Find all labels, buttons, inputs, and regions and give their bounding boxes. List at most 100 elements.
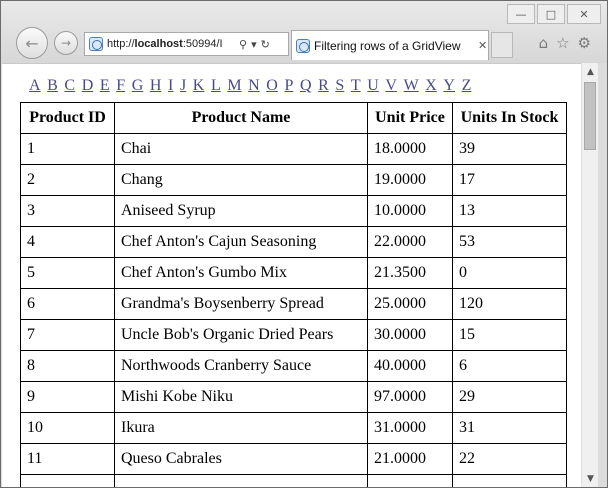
filter-letter-k[interactable]: K bbox=[193, 77, 205, 95]
url-text[interactable]: http://localhost:50994/I bbox=[107, 38, 235, 50]
table-row: 1 Chai 18.0000 39 bbox=[20, 133, 567, 165]
header-units-in-stock: Units In Stock bbox=[452, 102, 567, 134]
minimize-button[interactable]: — bbox=[507, 4, 535, 24]
cell-unit-price: 30.0000 bbox=[367, 319, 453, 351]
close-window-button[interactable]: ✕ bbox=[567, 4, 601, 24]
forward-arrow-icon: → bbox=[60, 36, 72, 50]
scroll-thumb[interactable] bbox=[584, 82, 596, 150]
cell-units-in-stock bbox=[452, 474, 567, 487]
alphabet-filter: ABCDEFGHIJKLMNOPQRSTUVWXYZ bbox=[29, 77, 478, 95]
close-tab-icon[interactable]: ✕ bbox=[478, 39, 487, 52]
filter-letter-e[interactable]: E bbox=[100, 77, 110, 95]
table-row: 6 Grandma's Boysenberry Spread 25.0000 120 bbox=[20, 288, 567, 320]
home-icon[interactable]: ⌂ bbox=[539, 34, 549, 52]
cell-units-in-stock: 22 bbox=[452, 443, 567, 475]
browser-window: — □ ✕ ← → http://localhost:50994/I ⚲ ▾ ↻… bbox=[0, 0, 608, 488]
table-row bbox=[20, 474, 567, 487]
filter-letter-t[interactable]: T bbox=[351, 77, 361, 95]
dropdown-arrow-icon[interactable]: ▾ bbox=[251, 38, 257, 51]
cell-unit-price: 19.0000 bbox=[367, 164, 453, 196]
filter-letter-n[interactable]: N bbox=[248, 77, 260, 95]
cell-units-in-stock: 29 bbox=[452, 381, 567, 413]
url-host: localhost bbox=[134, 38, 183, 50]
cell-product-name: Chai bbox=[114, 133, 368, 165]
maximize-button[interactable]: □ bbox=[537, 4, 565, 24]
cell-product-id: 9 bbox=[20, 381, 115, 413]
browser-tools: ⌂ ☆ ⚙ bbox=[539, 34, 591, 52]
table-row: 2 Chang 19.0000 17 bbox=[20, 164, 567, 196]
grid-header-row: Product ID Product Name Unit Price Units… bbox=[20, 102, 567, 134]
cell-units-in-stock: 39 bbox=[452, 133, 567, 165]
filter-letter-f[interactable]: F bbox=[116, 77, 125, 95]
star-icon[interactable]: ☆ bbox=[556, 34, 569, 52]
cell-product-name: Mishi Kobe Niku bbox=[114, 381, 368, 413]
filter-letter-g[interactable]: G bbox=[132, 77, 144, 95]
address-bar[interactable]: http://localhost:50994/I ⚲ ▾ ↻ bbox=[84, 32, 289, 56]
products-grid: Product ID Product Name Unit Price Units… bbox=[20, 102, 567, 487]
new-tab-button[interactable] bbox=[491, 32, 513, 58]
filter-letter-v[interactable]: V bbox=[385, 77, 397, 95]
cell-unit-price: 31.0000 bbox=[367, 412, 453, 444]
cell-product-name: Ikura bbox=[114, 412, 368, 444]
cell-product-name: Aniseed Syrup bbox=[114, 195, 368, 227]
scroll-up-icon[interactable]: ▲ bbox=[582, 63, 599, 80]
filter-letter-r[interactable]: R bbox=[318, 77, 329, 95]
window-controls: — □ ✕ bbox=[507, 4, 601, 24]
filter-letter-m[interactable]: M bbox=[227, 77, 241, 95]
filter-letter-a[interactable]: A bbox=[29, 77, 41, 95]
gear-icon[interactable]: ⚙ bbox=[578, 34, 591, 52]
cell-units-in-stock: 17 bbox=[452, 164, 567, 196]
cell-product-name: Chef Anton's Cajun Seasoning bbox=[114, 226, 368, 258]
tab-title: Filtering rows of a GridView bbox=[314, 38, 461, 53]
back-button[interactable]: ← bbox=[16, 27, 48, 59]
cell-units-in-stock: 120 bbox=[452, 288, 567, 320]
scroll-down-icon[interactable]: ▼ bbox=[582, 470, 599, 487]
filter-letter-b[interactable]: B bbox=[47, 77, 58, 95]
filter-letter-j[interactable]: J bbox=[180, 77, 186, 95]
cell-product-name: Chef Anton's Gumbo Mix bbox=[114, 257, 368, 289]
table-row: 11 Queso Cabrales 21.0000 22 bbox=[20, 443, 567, 475]
filter-letter-x[interactable]: X bbox=[425, 77, 437, 95]
forward-button[interactable]: → bbox=[54, 31, 78, 55]
filter-letter-s[interactable]: S bbox=[335, 77, 344, 95]
refresh-icon[interactable]: ↻ bbox=[261, 38, 270, 51]
cell-product-name: Northwoods Cranberry Sauce bbox=[114, 350, 368, 382]
filter-letter-h[interactable]: H bbox=[150, 77, 162, 95]
filter-letter-z[interactable]: Z bbox=[462, 77, 472, 95]
cell-product-id: 4 bbox=[20, 226, 115, 258]
filter-letter-d[interactable]: D bbox=[82, 77, 94, 95]
filter-letter-u[interactable]: U bbox=[367, 77, 379, 95]
cell-product-name: Uncle Bob's Organic Dried Pears bbox=[114, 319, 368, 351]
cell-product-id: 6 bbox=[20, 288, 115, 320]
header-unit-price: Unit Price bbox=[367, 102, 453, 134]
header-product-id: Product ID bbox=[20, 102, 115, 134]
filter-letter-l[interactable]: L bbox=[211, 77, 221, 95]
cell-units-in-stock: 6 bbox=[452, 350, 567, 382]
search-icon[interactable]: ⚲ bbox=[239, 38, 247, 51]
page-icon bbox=[89, 37, 103, 51]
filter-letter-p[interactable]: P bbox=[284, 77, 293, 95]
table-row: 9 Mishi Kobe Niku 97.0000 29 bbox=[20, 381, 567, 413]
filter-letter-q[interactable]: Q bbox=[300, 77, 312, 95]
browser-chrome: — □ ✕ ← → http://localhost:50994/I ⚲ ▾ ↻… bbox=[1, 1, 607, 63]
cell-units-in-stock: 53 bbox=[452, 226, 567, 258]
header-product-name: Product Name bbox=[114, 102, 368, 134]
table-row: 5 Chef Anton's Gumbo Mix 21.3500 0 bbox=[20, 257, 567, 289]
filter-letter-c[interactable]: C bbox=[64, 77, 75, 95]
cell-unit-price: 21.0000 bbox=[367, 443, 453, 475]
filter-letter-i[interactable]: I bbox=[168, 77, 173, 95]
vertical-scrollbar[interactable]: ▲ ▼ bbox=[581, 63, 598, 487]
cell-units-in-stock: 0 bbox=[452, 257, 567, 289]
cell-units-in-stock: 31 bbox=[452, 412, 567, 444]
table-row: 3 Aniseed Syrup 10.0000 13 bbox=[20, 195, 567, 227]
window-edge bbox=[599, 63, 607, 487]
tab-active[interactable]: Filtering rows of a GridView ✕ bbox=[291, 30, 489, 60]
cell-product-name: Queso Cabrales bbox=[114, 443, 368, 475]
cell-unit-price: 18.0000 bbox=[367, 133, 453, 165]
filter-letter-w[interactable]: W bbox=[404, 77, 419, 95]
filter-letter-y[interactable]: Y bbox=[443, 77, 455, 95]
cell-unit-price: 25.0000 bbox=[367, 288, 453, 320]
filter-letter-o[interactable]: O bbox=[266, 77, 278, 95]
table-row: 7 Uncle Bob's Organic Dried Pears 30.0000 1… bbox=[20, 319, 567, 351]
cell-unit-price: 21.3500 bbox=[367, 257, 453, 289]
